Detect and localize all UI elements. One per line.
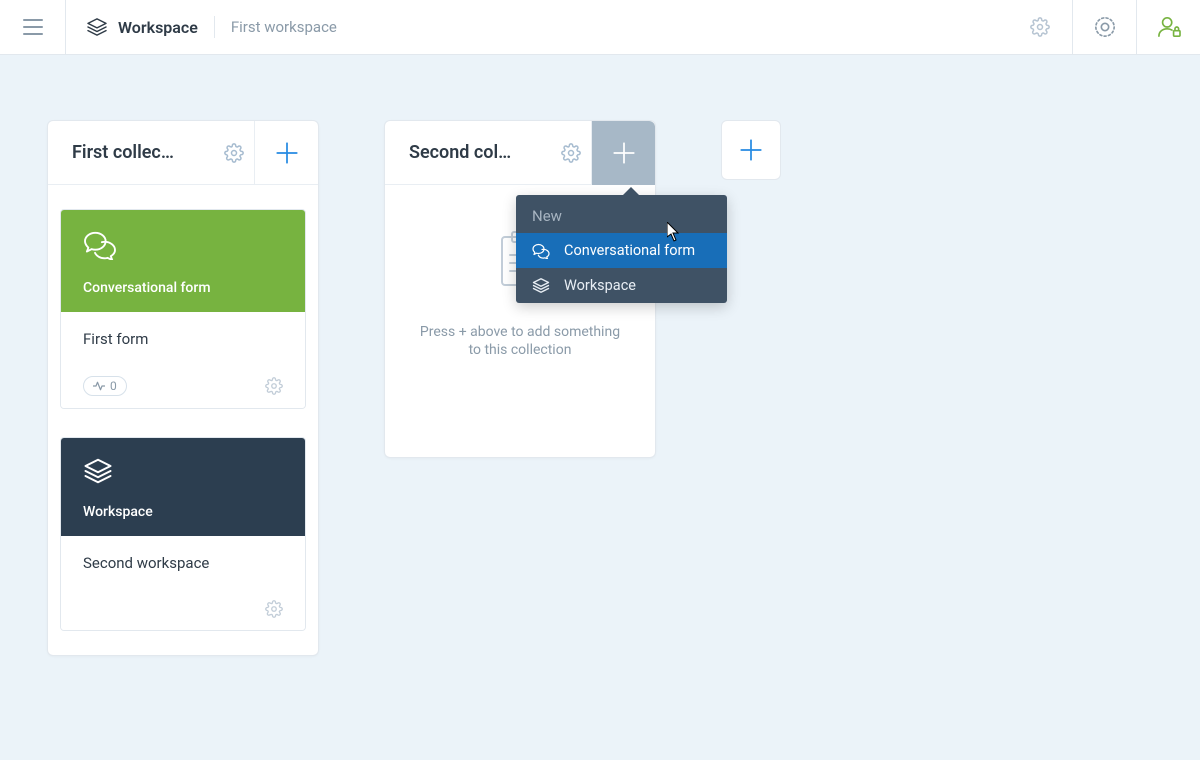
card-settings-button[interactable] — [265, 600, 283, 618]
workspace-card[interactable]: Workspace Second workspace — [60, 437, 306, 631]
collection-first: First collec… Conversational form — [47, 120, 319, 656]
plus-icon — [611, 140, 637, 166]
responses-count: 0 — [110, 379, 117, 393]
empty-text: Press + above to add something to this c… — [419, 323, 621, 359]
popover-item-workspace[interactable]: Workspace — [516, 268, 727, 303]
header-right — [1008, 0, 1200, 54]
popover-item-conversational-form[interactable]: Conversational form — [516, 233, 727, 268]
popover-item-label: Workspace — [564, 277, 636, 294]
card-settings-button[interactable] — [265, 377, 283, 395]
form-card[interactable]: Conversational form First form 0 — [60, 209, 306, 409]
collection-add-button[interactable] — [254, 121, 318, 185]
collection-settings-button[interactable] — [214, 143, 254, 163]
gear-icon — [265, 377, 283, 395]
hamburger-menu-button[interactable] — [0, 0, 66, 54]
popover-item-label: Conversational form — [564, 242, 695, 259]
collection-settings-button[interactable] — [551, 143, 591, 163]
breadcrumb-separator — [214, 16, 215, 38]
collections-canvas: First collec… Conversational form — [0, 55, 1200, 656]
settings-button[interactable] — [1008, 0, 1072, 54]
add-collection-button[interactable] — [721, 120, 781, 180]
collection-header: First collec… — [48, 121, 318, 185]
responses-pill[interactable]: 0 — [83, 376, 127, 396]
gear-icon — [224, 143, 244, 163]
chat-icon — [83, 230, 117, 260]
workspace-label: Workspace — [118, 18, 198, 37]
card-header: Conversational form — [61, 210, 305, 312]
collection-header: Second col… — [385, 121, 655, 185]
card-name: First form — [83, 330, 283, 348]
gear-icon — [561, 143, 581, 163]
gear-icon — [1030, 17, 1050, 37]
collection-body: Conversational form First form 0 — [48, 185, 318, 655]
chat-icon — [532, 243, 550, 259]
help-circle-icon — [1094, 16, 1116, 38]
workspace-stack-icon — [532, 278, 550, 293]
card-body: Second workspace — [61, 536, 305, 630]
card-type-label: Workspace — [83, 504, 283, 520]
card-name: Second workspace — [83, 554, 283, 572]
plus-icon — [738, 137, 764, 163]
card-footer: 0 — [83, 376, 283, 396]
collection-title[interactable]: First collec… — [72, 142, 214, 163]
workspace-stack-icon — [86, 18, 108, 36]
user-lock-icon — [1157, 16, 1181, 38]
card-type-label: Conversational form — [83, 280, 283, 296]
hamburger-icon — [23, 19, 43, 35]
workspace-stack-icon — [83, 458, 113, 484]
card-header: Workspace — [61, 438, 305, 536]
workspace-breadcrumb: Workspace First workspace — [66, 0, 337, 54]
popover-title: New — [516, 195, 727, 233]
collection-add-button[interactable] — [591, 121, 655, 185]
help-button[interactable] — [1072, 0, 1136, 54]
add-menu-popover: New Conversational form Workspace — [516, 195, 727, 303]
collection-title[interactable]: Second col… — [409, 142, 551, 163]
activity-icon — [93, 381, 105, 391]
gear-icon — [265, 600, 283, 618]
header-left: Workspace First workspace — [0, 0, 337, 54]
top-header: Workspace First workspace — [0, 0, 1200, 55]
collection-second: Second col… Press + above to add somethi… — [384, 120, 656, 458]
plus-icon — [274, 140, 300, 166]
current-workspace-name[interactable]: First workspace — [231, 18, 337, 36]
card-footer — [83, 600, 283, 618]
card-body: First form 0 — [61, 312, 305, 408]
user-button[interactable] — [1136, 0, 1200, 54]
